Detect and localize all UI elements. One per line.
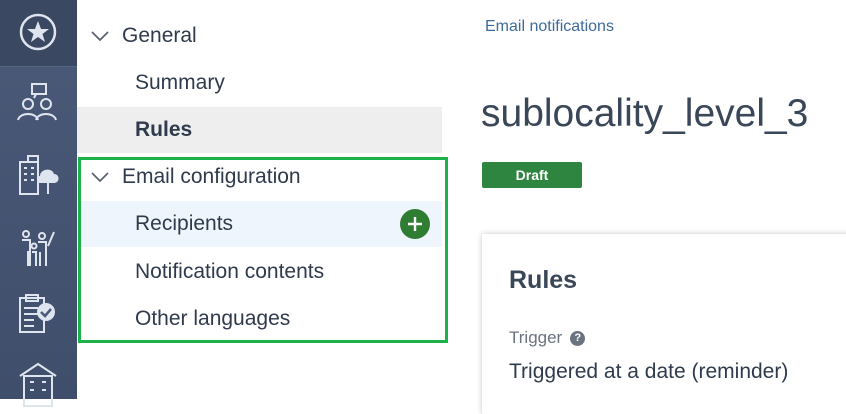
- card-title: Rules: [509, 266, 578, 294]
- star-icon[interactable]: [17, 11, 59, 53]
- family-icon[interactable]: [14, 224, 62, 272]
- apartment-icon[interactable]: [14, 360, 62, 408]
- nav-item-label: Summary: [135, 71, 225, 94]
- meeting-icon[interactable]: [14, 80, 62, 128]
- chevron-down-icon: [91, 31, 109, 42]
- nav-section-email-configuration[interactable]: Email configuration: [77, 154, 454, 200]
- nav-section-label: General: [122, 24, 197, 47]
- nav-item-label: Other languages: [135, 307, 291, 330]
- trigger-label-text: Trigger: [509, 328, 563, 347]
- plus-icon: [408, 217, 422, 231]
- nav-section-label: Email configuration: [122, 165, 301, 188]
- nav-item-notification-contents[interactable]: Notification contents: [77, 249, 442, 295]
- nav-item-other-languages[interactable]: Other languages: [77, 296, 442, 342]
- nav-item-label: Rules: [135, 118, 193, 141]
- trigger-label: Trigger ?: [509, 328, 586, 348]
- app-rail: [0, 0, 77, 407]
- nav-item-summary[interactable]: Summary: [77, 60, 442, 106]
- clipboard-check-icon[interactable]: [14, 292, 62, 340]
- buildings-icon[interactable]: [14, 152, 62, 200]
- chevron-down-icon: [91, 172, 109, 183]
- nav-item-label: Notification contents: [135, 260, 325, 283]
- nav-item-rules[interactable]: Rules: [77, 107, 442, 153]
- help-icon[interactable]: ?: [570, 330, 586, 346]
- breadcrumb[interactable]: Email notifications: [485, 18, 614, 36]
- status-badge: Draft: [482, 162, 582, 188]
- trigger-value: Triggered at a date (reminder): [509, 360, 789, 383]
- page-title: sublocality_level_3: [481, 92, 809, 135]
- section-nav: General Summary Rules Email configuratio…: [77, 0, 447, 399]
- rules-card: Rules Trigger ? Triggered at a date (rem…: [482, 234, 846, 414]
- add-recipient-button[interactable]: [400, 209, 430, 239]
- nav-section-general[interactable]: General: [77, 13, 454, 59]
- nav-item-label: Recipients: [135, 212, 234, 235]
- rail-home[interactable]: [0, 0, 77, 67]
- nav-item-recipients[interactable]: Recipients: [77, 201, 442, 247]
